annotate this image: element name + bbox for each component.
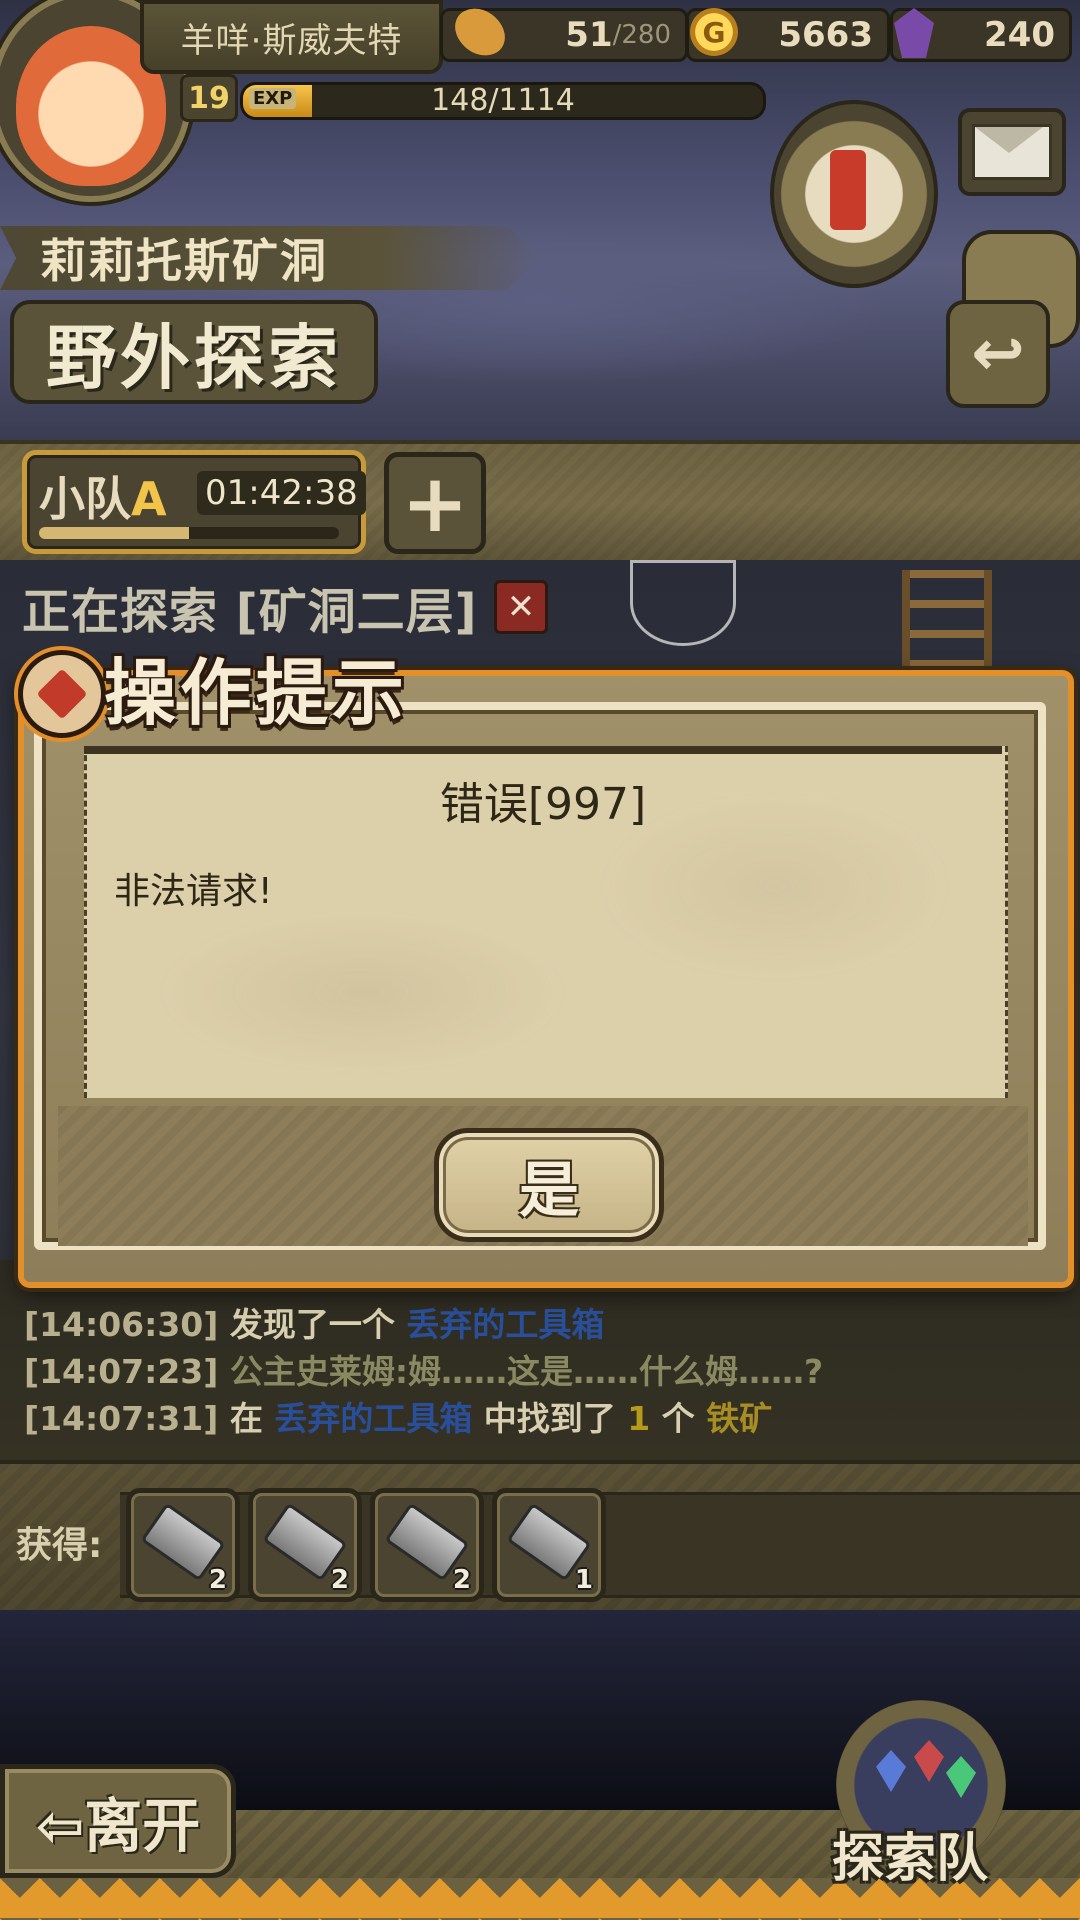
log-item-link[interactable]: 丢弃的工具箱 (406, 1305, 604, 1344)
gem-icon (914, 1740, 944, 1782)
return-icon: ↩ (971, 317, 1025, 391)
log-line: [14:06:30] 发现了一个 丢弃的工具箱 (24, 1298, 604, 1346)
loot-slot[interactable]: 2 (248, 1488, 362, 1602)
loot-count: 2 (330, 1565, 349, 1595)
log-text: 在 (218, 1399, 275, 1438)
log-timestamp: [14:07:31] (24, 1399, 219, 1438)
loot-slot[interactable]: 1 (492, 1488, 606, 1602)
gem-value: 240 (984, 15, 1055, 55)
loot-count: 2 (208, 1565, 227, 1595)
player-name: 羊咩·斯威夫特 (140, 0, 443, 74)
stamina-max: /280 (612, 20, 671, 50)
loot-count: 1 (574, 1565, 593, 1595)
dialog-title: 操作提示 (104, 651, 409, 735)
confirm-button[interactable]: 是 (434, 1128, 664, 1242)
error-dialog: 错误[997] 非法请求! 是 操作提示 (18, 650, 1074, 1288)
arrow-icon (36, 668, 88, 720)
log-timestamp: [14:07:23] (24, 1352, 219, 1391)
log-text: 个 (650, 1399, 707, 1438)
section-title: 野外探索 (10, 300, 378, 404)
gold-coin-icon: G (690, 8, 738, 56)
error-code: 错误[997] (439, 779, 647, 830)
loot-slot[interactable]: 2 (126, 1488, 240, 1602)
cancel-explore-button[interactable]: ✕ (494, 580, 548, 634)
squad-letter: A (131, 472, 167, 526)
loot-slot[interactable]: 2 (370, 1488, 484, 1602)
quest-alert-icon (830, 150, 866, 230)
dialog-title-badge (18, 650, 106, 738)
return-button[interactable]: ↩ (946, 300, 1050, 408)
ladder-icon (902, 570, 992, 670)
log-text: 公主史莱姆:姆……这是……什么姆……? (218, 1352, 824, 1391)
squad-timer: 01:42:38 (197, 471, 366, 515)
gold-value: 5663 (778, 15, 873, 55)
log-line: [14:07:23] 公主史莱姆:姆……这是……什么姆……? (24, 1345, 823, 1393)
gem-icon (876, 1750, 906, 1792)
log-timestamp: [14:06:30] (24, 1305, 219, 1344)
mail-button[interactable] (958, 108, 1066, 196)
loot-label: 获得: (16, 1525, 103, 1566)
squad-a-tab[interactable]: 小队A 01:42:38 (22, 450, 366, 554)
error-message: 非法请求! (114, 871, 273, 912)
log-text: 中找到了 (472, 1399, 628, 1438)
exp-bar: EXP 148/1114 (240, 82, 766, 120)
spider-web-icon (630, 560, 736, 646)
log-item-link[interactable]: 丢弃的工具箱 (274, 1399, 472, 1438)
log-line: [14:07:31] 在 丢弃的工具箱 中找到了 1 个 铁矿 (24, 1392, 772, 1440)
exploration-team-label: 探索队 (832, 1829, 989, 1889)
stamina-value: 51 (565, 15, 613, 55)
dialog-body-edge (84, 746, 1002, 754)
log-text: 发现了一个 (218, 1305, 407, 1344)
squad-progress-fill (39, 527, 189, 539)
exploring-status: 正在探索 [矿洞二层] (22, 584, 478, 640)
leave-button[interactable]: ⇦离开 (0, 1764, 236, 1878)
squad-label: 小队A (39, 472, 167, 526)
mail-icon (972, 124, 1052, 180)
log-text: 铁矿 (706, 1399, 773, 1438)
player-level: 19 (180, 74, 238, 122)
loot-count: 2 (452, 1565, 471, 1595)
squad-progress-bar (39, 527, 339, 539)
gem-icon (946, 1756, 976, 1798)
location-name: 莉莉托斯矿洞 (0, 226, 540, 290)
exp-text: 148/1114 (431, 83, 575, 118)
log-text: 1 (627, 1399, 651, 1438)
add-squad-button[interactable]: + (384, 452, 486, 554)
